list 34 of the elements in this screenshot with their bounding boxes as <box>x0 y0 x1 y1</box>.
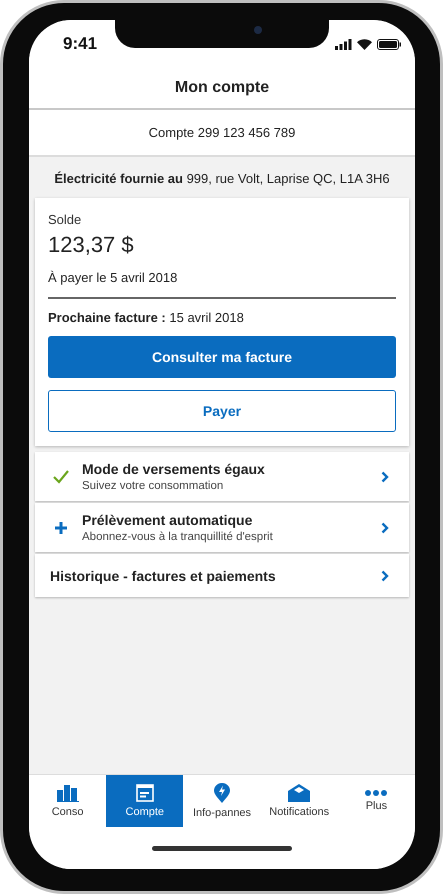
option-subtitle: Suivez votre consommation <box>82 480 224 492</box>
signal-icon <box>335 38 352 50</box>
balance-amount: 123,37 $ <box>48 232 135 258</box>
option-title: Mode de versements égaux <box>82 461 266 477</box>
envelope-icon <box>288 784 310 802</box>
next-bill-date: Prochaine facture : 15 avril 2018 <box>48 310 245 325</box>
status-time: 9:41 <box>63 34 98 54</box>
view-bill-button[interactable]: Consulter ma facture <box>48 336 396 378</box>
option-item[interactable]: Prélèvement automatique Abonnez-vous à la tranquillité d'esprit <box>35 503 409 552</box>
chevron-right-icon <box>381 522 389 534</box>
bar-chart-icon <box>56 784 79 802</box>
more-icon <box>365 790 388 796</box>
tab[interactable]: Notifications <box>260 775 338 827</box>
option-subtitle: Abonnez-vous à la tranquillité d'esprit <box>82 531 274 543</box>
tab[interactable]: Compte <box>106 775 184 827</box>
balance-label: Solde <box>48 212 82 227</box>
tab[interactable]: Conso <box>29 775 106 827</box>
option-title: Historique - factures et paiements <box>50 568 277 584</box>
wifi-icon <box>357 38 372 50</box>
option-item[interactable]: Mode de versements égaux Suivez votre consommation <box>35 452 409 501</box>
option-item[interactable]: Historique - factures et paiements <box>35 554 409 597</box>
option-title: Prélèvement automatique <box>82 512 254 528</box>
tab[interactable]: Plus <box>338 775 415 827</box>
tab[interactable]: Info-pannes <box>183 775 261 827</box>
chevron-right-icon <box>381 470 389 482</box>
due-date: À payer le 5 avril 2018 <box>48 270 396 299</box>
service-address: Électricité fournie au 999, rue Volt, Laprise QC, L1A 3H6 <box>53 170 391 188</box>
chevron-right-icon <box>381 570 389 582</box>
document-icon <box>136 784 154 802</box>
screen-title: Mon compte <box>174 79 270 97</box>
lightning-pin-icon <box>214 783 230 803</box>
pay-button[interactable]: Payer <box>48 390 396 432</box>
account-number: Compte 299 123 456 789 <box>148 125 296 140</box>
battery-icon <box>377 38 401 50</box>
